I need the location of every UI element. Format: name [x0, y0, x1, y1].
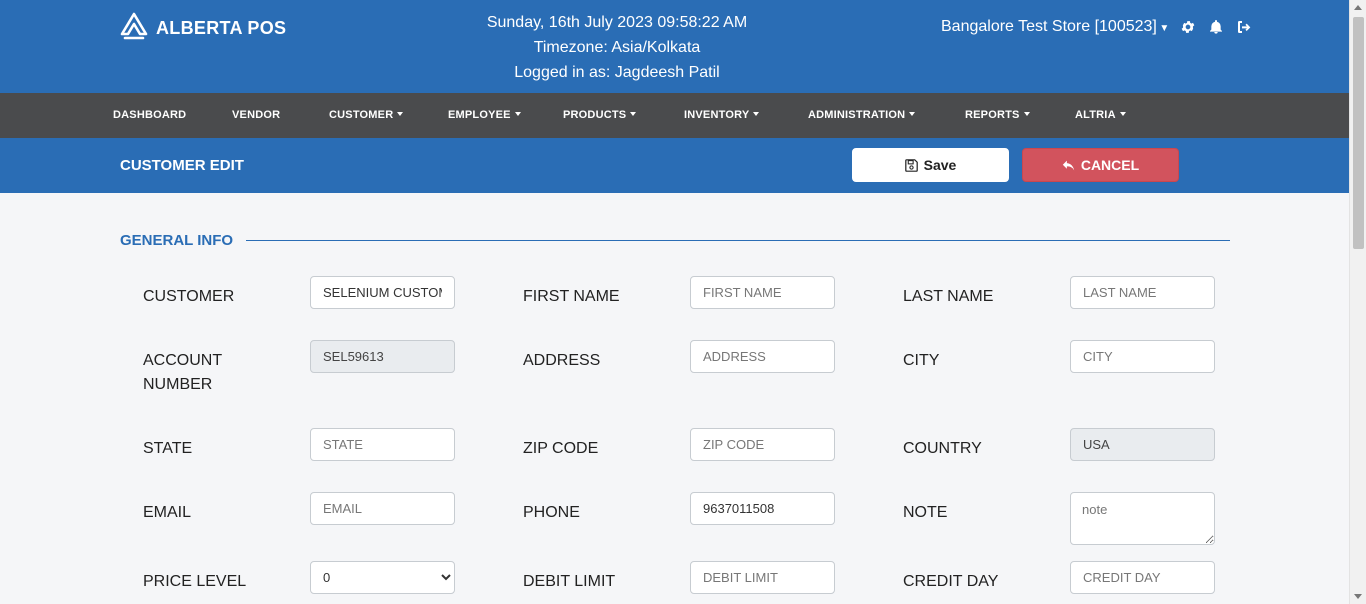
gear-icon[interactable]: [1179, 18, 1197, 36]
zip-code-label: ZIP CODE: [523, 440, 599, 457]
nav-label: EMPLOYEE: [448, 109, 511, 121]
nav-inventory[interactable]: INVENTORY: [684, 93, 760, 138]
state-input[interactable]: [310, 428, 455, 461]
scroll-up-arrow-icon[interactable]: [1354, 5, 1362, 10]
nav-employee[interactable]: EMPLOYEE: [448, 93, 521, 138]
city-input[interactable]: [1070, 340, 1215, 373]
zip-code-input[interactable]: [690, 428, 835, 461]
customer-input[interactable]: [310, 276, 455, 309]
brand-name: ALBERTA POS: [156, 18, 287, 38]
scrollbar-thumb[interactable]: [1353, 17, 1364, 249]
email-label: EMAIL: [143, 504, 192, 521]
nav-administration[interactable]: ADMINISTRATION: [808, 93, 916, 138]
last-name-label: LAST NAME: [903, 288, 994, 305]
phone-input[interactable]: [690, 492, 835, 525]
session-info: Sunday, 16th July 2023 09:58:22 AM Timez…: [450, 10, 784, 85]
nav-products[interactable]: PRODUCTS: [563, 93, 637, 138]
vertical-scrollbar[interactable]: [1349, 0, 1366, 604]
customer-label: CUSTOMER: [143, 288, 235, 305]
timezone-text: Timezone: Asia/Kolkata: [533, 39, 701, 56]
store-selector[interactable]: Bangalore Test Store [100523] ▼: [941, 18, 1169, 36]
nav-label: CUSTOMER: [329, 109, 394, 121]
app-root: ALBERTA POS Sunday, 16th July 2023 09:58…: [0, 0, 1366, 604]
account-number-label: ACCOUNT NUMBER: [143, 349, 222, 397]
nav-label: DASHBOARD: [113, 109, 187, 121]
credit-day-label: CREDIT DAY: [903, 573, 999, 590]
chevron-down-icon: ▼: [1159, 23, 1170, 34]
reply-arrow-icon: [1062, 159, 1075, 172]
brand[interactable]: ALBERTA POS: [120, 12, 286, 45]
nav-customer[interactable]: CUSTOMER: [329, 93, 404, 138]
cancel-button[interactable]: CANCEL: [1022, 148, 1179, 182]
account-number-label-line1: ACCOUNT: [143, 352, 223, 369]
nav-dashboard[interactable]: DASHBOARD: [113, 93, 186, 138]
current-datetime: Sunday, 16th July 2023 09:58:22 AM: [486, 14, 748, 31]
caret-down-icon: [909, 112, 916, 117]
section-general-info: GENERAL INFO: [120, 232, 234, 249]
first-name-input[interactable]: [690, 276, 835, 309]
page-title: CUSTOMER EDIT: [120, 157, 244, 174]
section-divider: [246, 240, 1230, 241]
state-label: STATE: [143, 440, 193, 457]
page-title-bar: CUSTOMER EDIT Save CANCEL: [0, 138, 1349, 193]
caret-down-icon: [630, 112, 637, 117]
nav-label: ADMINISTRATION: [808, 109, 906, 121]
debit-limit-input[interactable]: [690, 561, 835, 594]
main-nav: DASHBOARD VENDOR CUSTOMER EMPLOYEE PRODU…: [0, 93, 1349, 138]
scroll-down-arrow-icon[interactable]: [1354, 594, 1362, 599]
note-label: NOTE: [903, 504, 948, 521]
caret-down-icon: [753, 112, 760, 117]
save-label: Save: [923, 157, 957, 173]
nav-label: VENDOR: [232, 109, 281, 121]
credit-day-input[interactable]: [1070, 561, 1215, 594]
sign-out-icon[interactable]: [1235, 18, 1253, 36]
city-label: CITY: [903, 352, 940, 369]
address-label: ADDRESS: [523, 352, 601, 369]
country-input: [1070, 428, 1215, 461]
floppy-disk-icon: [904, 158, 918, 172]
account-number-label-line2: NUMBER: [143, 376, 213, 393]
nav-label: PRODUCTS: [563, 109, 627, 121]
phone-label: PHONE: [523, 504, 580, 521]
nav-reports[interactable]: REPORTS: [965, 93, 1030, 138]
debit-limit-label: DEBIT LIMIT: [523, 573, 616, 590]
nav-vendor[interactable]: VENDOR: [232, 93, 280, 138]
nav-altria[interactable]: ALTRIA: [1075, 93, 1126, 138]
note-textarea[interactable]: [1070, 492, 1215, 545]
store-name: Bangalore Test Store [100523]: [941, 18, 1157, 35]
cancel-label: CANCEL: [1080, 157, 1140, 173]
bell-icon[interactable]: [1207, 18, 1225, 36]
country-label: COUNTRY: [903, 440, 982, 457]
caret-down-icon: [1023, 112, 1030, 117]
first-name-label: FIRST NAME: [523, 288, 620, 305]
nav-label: ALTRIA: [1075, 109, 1116, 121]
price-level-select[interactable]: 0: [310, 561, 455, 594]
address-input[interactable]: [690, 340, 835, 373]
nav-label: INVENTORY: [684, 109, 750, 121]
price-level-label: PRICE LEVEL: [143, 573, 247, 590]
caret-down-icon: [397, 112, 404, 117]
caret-down-icon: [514, 112, 521, 117]
save-button[interactable]: Save: [852, 148, 1009, 182]
caret-down-icon: [1119, 112, 1126, 117]
store-area: Bangalore Test Store [100523] ▼: [941, 18, 1253, 36]
top-header: ALBERTA POS Sunday, 16th July 2023 09:58…: [0, 0, 1349, 93]
last-name-input[interactable]: [1070, 276, 1215, 309]
nav-label: REPORTS: [965, 109, 1020, 121]
logged-in-user: Logged in as: Jagdeesh Patil: [514, 64, 720, 81]
email-input[interactable]: [310, 492, 455, 525]
alberta-logo-icon: [120, 12, 148, 45]
account-number-input: [310, 340, 455, 373]
